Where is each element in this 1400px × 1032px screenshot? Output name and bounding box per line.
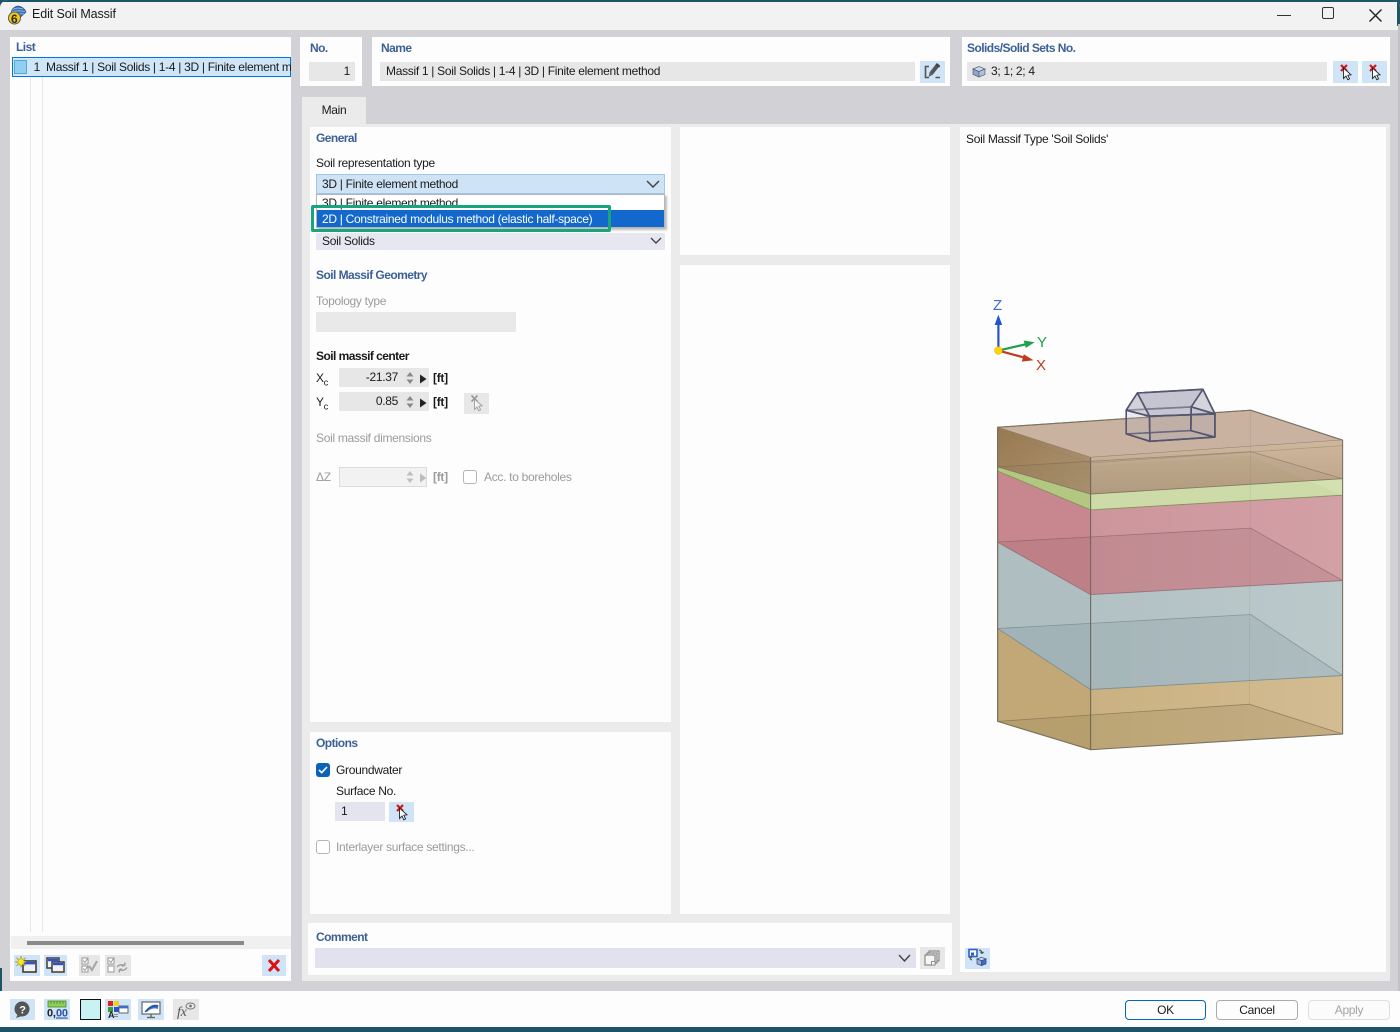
svg-text:A: A xyxy=(108,1010,115,1019)
svg-text:00: 00 xyxy=(56,1008,68,1020)
svg-text:6: 6 xyxy=(11,12,18,25)
svg-text:Z: Z xyxy=(993,297,1002,314)
svg-text:X: X xyxy=(1036,357,1046,374)
svg-text:Y: Y xyxy=(1037,334,1047,351)
svg-text:0,: 0, xyxy=(47,1008,56,1020)
svg-text:?: ? xyxy=(19,1005,26,1017)
